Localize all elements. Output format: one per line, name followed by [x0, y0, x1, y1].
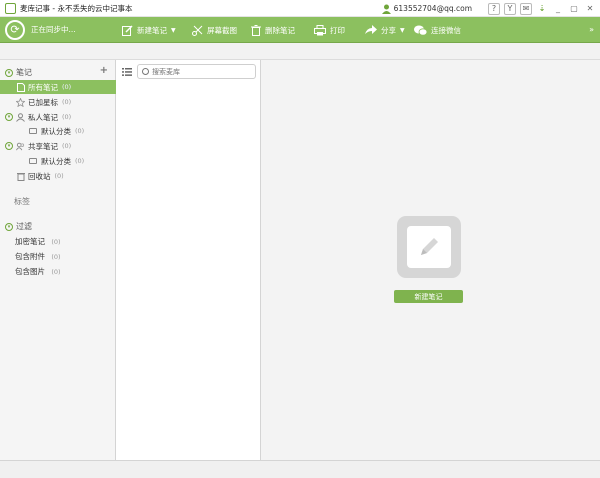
wechat-icon	[414, 25, 427, 36]
help-icon[interactable]: ?	[488, 2, 500, 15]
app-logo-icon	[5, 2, 16, 14]
collapse-circle-icon[interactable]: ▾	[5, 68, 13, 77]
sidebar-item-label: 私人笔记	[28, 112, 58, 122]
sidebar-item-trash[interactable]: 回收站 (0)	[0, 169, 116, 183]
filter-item-attachments[interactable]: 包含附件 (0)	[15, 251, 61, 262]
account-email[interactable]: 613552704@qq.com	[394, 4, 472, 13]
new-note-button-center[interactable]: 新建笔记	[394, 290, 463, 303]
sidebar-item-count: (0)	[62, 98, 72, 106]
title-bar: 麦库记事 - 永不丢失的云中记事本 613552704@qq.com ? Y ✉…	[0, 0, 600, 17]
notes-header-label: 笔记	[16, 68, 32, 77]
sidebar-item-label: 默认分类	[41, 156, 71, 166]
main-toolbar: ⟳ 正在同步中... 新建笔记 ▼ 屏幕截图 删除笔记 打印 分享 ▼ 连接微信…	[0, 17, 600, 43]
minimize-icon[interactable]: _	[552, 3, 564, 15]
toolbar-spacer	[0, 43, 600, 60]
collapse-toolbar-icon[interactable]: »	[589, 25, 594, 34]
empty-note-inner	[407, 226, 451, 268]
search-icon	[142, 68, 149, 75]
print-button[interactable]: 打印	[314, 17, 345, 43]
sidebar-item-private-default[interactable]: 默认分类 (0)	[0, 124, 116, 138]
filter-item-count: (0)	[51, 268, 61, 276]
star-icon	[16, 97, 25, 107]
folder-icon	[29, 158, 37, 164]
filter-item-encrypted[interactable]: 加密笔记 (0)	[15, 236, 61, 247]
sidebar-item-private-notes[interactable]: ▾ 私人笔记 (0)	[0, 110, 116, 124]
sidebar-item-count: (0)	[75, 157, 85, 165]
scissors-icon	[192, 25, 203, 36]
sidebar-item-shared-default[interactable]: 默认分类 (0)	[0, 154, 116, 168]
sidebar-item-shared-notes[interactable]: ▾ 共享笔记 (0)	[0, 139, 116, 153]
screenshot-button[interactable]: 屏幕截图	[192, 17, 237, 43]
sidebar: ▾ 笔记 + 所有笔记 (0) 已加星标 (0) ▾ 私人笔记 (0) 默认分类…	[0, 60, 116, 460]
sidebar-item-count: (0)	[75, 127, 85, 135]
filter-item-label: 包含附件	[15, 252, 45, 261]
share-button[interactable]: 分享 ▼	[365, 17, 405, 43]
sync-status: 正在同步中...	[31, 25, 76, 34]
message-icon[interactable]: ✉	[520, 2, 532, 15]
search-box[interactable]	[137, 64, 256, 79]
share-label: 分享	[381, 25, 396, 35]
filter-item-label: 包含图片	[15, 267, 45, 276]
close-icon[interactable]: ✕	[584, 3, 596, 15]
sidebar-item-label: 回收站	[28, 171, 51, 181]
delete-note-label: 删除笔记	[265, 25, 295, 35]
collapse-circle-icon[interactable]: ▾	[5, 142, 13, 150]
sidebar-item-count: (0)	[62, 83, 72, 91]
printer-icon	[314, 24, 326, 35]
edit-icon	[122, 24, 133, 36]
filter-item-label: 加密笔记	[15, 237, 45, 246]
filter-item-images[interactable]: 包含图片 (0)	[15, 266, 61, 277]
people-icon	[16, 142, 25, 151]
wechat-label: 连接微信	[431, 25, 461, 35]
filter-header-label: 过滤	[16, 222, 32, 231]
trash-icon	[251, 24, 261, 36]
filter-item-count: (0)	[51, 253, 61, 261]
empty-note-icon	[397, 216, 461, 278]
search-input[interactable]	[152, 67, 247, 76]
chevron-down-icon[interactable]: ▼	[171, 27, 176, 34]
user-icon	[381, 4, 391, 14]
filter-item-count: (0)	[51, 238, 61, 246]
minimize-button[interactable]: ⇣	[536, 3, 548, 15]
pencil-icon	[421, 238, 438, 255]
sidebar-item-label: 已加星标	[28, 97, 58, 107]
sync-icon[interactable]: ⟳	[5, 19, 25, 40]
sidebar-item-all-notes[interactable]: 所有笔记 (0)	[0, 80, 116, 94]
person-icon	[16, 112, 25, 122]
wechat-button[interactable]: 连接微信	[414, 17, 461, 43]
tags-section-header[interactable]: 标签	[14, 196, 30, 207]
notes-section-header[interactable]: ▾ 笔记 +	[0, 65, 116, 79]
collapse-circle-icon[interactable]: ▾	[5, 222, 13, 231]
sidebar-item-count: (0)	[62, 113, 72, 121]
delete-note-button[interactable]: 删除笔记	[251, 17, 295, 43]
sidebar-item-count: (0)	[54, 172, 64, 180]
maximize-icon[interactable]: ▢	[568, 3, 580, 15]
print-label: 打印	[330, 25, 345, 35]
trash-icon	[16, 172, 25, 181]
sidebar-item-starred[interactable]: 已加星标 (0)	[0, 95, 116, 109]
note-list-panel	[116, 60, 261, 460]
window-title: 麦库记事 - 永不丢失的云中记事本	[20, 3, 133, 13]
sidebar-item-label: 默认分类	[41, 126, 71, 136]
sidebar-item-label: 所有笔记	[28, 82, 58, 92]
screenshot-label: 屏幕截图	[207, 25, 237, 35]
new-note-button[interactable]: 新建笔记 ▼	[122, 17, 176, 43]
chevron-down-icon[interactable]: ▼	[400, 27, 405, 34]
document-icon	[16, 82, 25, 92]
skin-icon[interactable]: Y	[504, 2, 516, 15]
add-notebook-icon[interactable]: +	[100, 65, 108, 76]
new-note-label: 新建笔记	[137, 25, 167, 35]
sidebar-item-count: (0)	[62, 142, 72, 150]
filter-section-header[interactable]: ▾ 过滤	[0, 220, 116, 233]
collapse-circle-icon[interactable]: ▾	[5, 113, 13, 121]
share-icon	[365, 25, 377, 34]
list-view-icon[interactable]	[122, 68, 132, 76]
folder-icon	[29, 128, 37, 134]
title-right-area: 613552704@qq.com ? Y ✉ ⇣ _ ▢ ✕	[381, 2, 596, 15]
status-bar	[0, 460, 600, 478]
sidebar-item-label: 共享笔记	[28, 141, 58, 151]
